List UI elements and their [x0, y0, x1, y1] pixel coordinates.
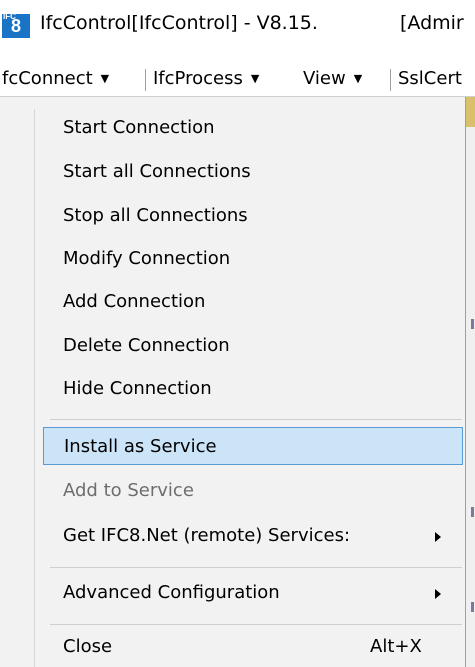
menu-item-get-remote-services[interactable]: Get IFC8.Net (remote) Services:	[42, 517, 462, 555]
background-mark	[471, 507, 474, 517]
menu-separator	[145, 69, 146, 91]
menu-icon-margin	[34, 109, 35, 667]
menu-separator	[390, 69, 391, 91]
menu-item-start-connection[interactable]: Start Connection	[42, 109, 462, 147]
menu-separator	[50, 419, 462, 420]
window-title-suffix: [Admir	[400, 12, 464, 34]
chevron-down-icon: ▼	[250, 72, 260, 85]
menu-item-label: Get IFC8.Net (remote) Services:	[63, 525, 351, 546]
submenu-arrow-icon	[435, 532, 441, 542]
menu-item-label: Add Connection	[63, 291, 206, 312]
menu-item-label: Close	[63, 636, 113, 657]
menu-ifcconnect[interactable]: fcConnect ▼	[2, 62, 109, 96]
ifcconnect-dropdown-menu: Start Connection Start all Connections S…	[0, 97, 466, 667]
app-icon-small-text: IFC	[3, 12, 16, 21]
menu-item-label: Start all Connections	[63, 161, 251, 182]
title-bar: IFC 8 IfcControl[IfcControl] - V8.15. [A…	[0, 0, 475, 50]
menu-ifcconnect-label: fcConnect	[2, 68, 93, 89]
menu-item-advanced-configuration[interactable]: Advanced Configuration	[42, 574, 462, 612]
menu-item-modify-connection[interactable]: Modify Connection	[42, 240, 462, 278]
menu-item-label: Hide Connection	[63, 378, 212, 399]
menu-item-label: Delete Connection	[63, 335, 230, 356]
menu-item-close[interactable]: Close Alt+X	[42, 628, 462, 666]
menu-bar: fcConnect ▼ IfcProcess ▼ View ▼ SslCert	[0, 62, 475, 97]
menu-item-start-all-connections[interactable]: Start all Connections	[42, 153, 462, 191]
chevron-down-icon: ▼	[353, 72, 363, 85]
menu-item-label: Advanced Configuration	[63, 582, 280, 603]
menu-sslcert-label: SslCert	[398, 68, 462, 89]
menu-item-shortcut: Alt+X	[370, 636, 422, 657]
chevron-down-icon: ▼	[100, 72, 110, 85]
menu-item-delete-connection[interactable]: Delete Connection	[42, 327, 462, 365]
menu-sslcert[interactable]: SslCert	[398, 62, 462, 96]
menu-item-install-as-service[interactable]: Install as Service	[43, 427, 463, 465]
menu-ifcprocess[interactable]: IfcProcess ▼	[153, 62, 259, 96]
menu-item-add-to-service: Add to Service	[42, 472, 462, 510]
menu-view[interactable]: View ▼	[303, 62, 362, 96]
menu-item-add-connection[interactable]: Add Connection	[42, 283, 462, 321]
menu-item-stop-all-connections[interactable]: Stop all Connections	[42, 197, 462, 235]
menu-item-label: Start Connection	[63, 117, 215, 138]
menu-view-label: View	[303, 68, 346, 89]
submenu-arrow-icon	[435, 589, 441, 599]
background-accent	[466, 97, 475, 127]
menu-item-label: Modify Connection	[63, 248, 231, 269]
ifc8-app-icon[interactable]: IFC 8	[2, 12, 30, 38]
window-title: IfcControl[IfcControl] - V8.15.	[40, 12, 318, 34]
menu-item-label: Stop all Connections	[63, 205, 248, 226]
menu-separator	[50, 624, 462, 625]
menu-item-label: Add to Service	[63, 480, 194, 501]
menu-item-hide-connection[interactable]: Hide Connection	[42, 370, 462, 408]
background-window-strip	[465, 97, 475, 667]
background-mark	[471, 602, 474, 612]
background-mark	[471, 319, 474, 329]
menu-ifcprocess-label: IfcProcess	[153, 68, 243, 89]
menu-item-label: Install as Service	[64, 436, 217, 457]
menu-separator	[50, 567, 462, 568]
